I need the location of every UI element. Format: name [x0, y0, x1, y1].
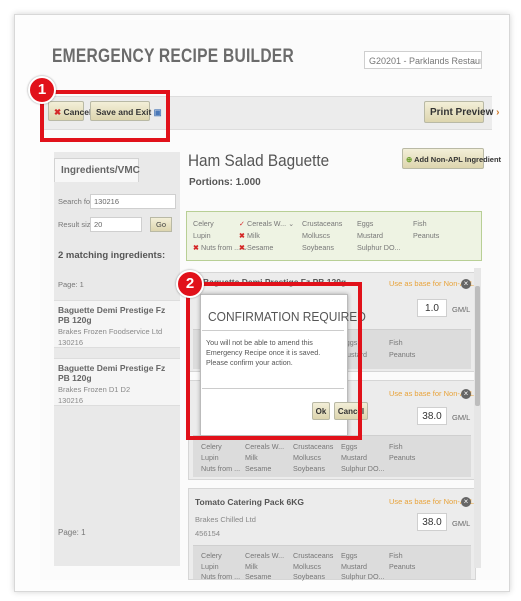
quantity-input[interactable]: 38.0 [417, 407, 447, 425]
allergen-fish: Fish [413, 219, 427, 228]
allergen-cereals: Cereals W... [245, 551, 285, 560]
allergen-molluscs: Molluscs [293, 453, 321, 462]
step-badge-1: 1 [28, 76, 56, 104]
allergen-peanuts: Peanuts [413, 231, 440, 240]
result-size-input[interactable]: 20 [90, 217, 142, 232]
allergen-crustaceans: Crustaceans [302, 219, 343, 228]
quantity-input[interactable]: 1.0 [417, 299, 447, 317]
tab-ingredients-vmc[interactable]: Ingredients/VMC [54, 158, 140, 182]
allergen-molluscs: Molluscs [293, 562, 321, 571]
allergen-sulphur: Sulphur DO... [357, 243, 401, 252]
allergen-celery: Celery [201, 442, 222, 451]
cross-icon: ✖ [239, 243, 246, 252]
result-supplier: Brakes Frozen Foodservice Ltd [58, 327, 163, 336]
allergen-peanuts: Peanuts [389, 350, 416, 359]
result-item[interactable]: Baguette Demi Prestige Fz PB 120g Brakes… [54, 300, 180, 348]
plus-icon: ⊕ [406, 155, 413, 164]
allergen-lupin: Lupin [193, 231, 211, 240]
allergen-sesame: Sesame [245, 572, 272, 581]
page-indicator-top: Page: 1 [58, 280, 84, 289]
allergen-cereals: Cereals W... [245, 442, 285, 451]
unit-label: GM/L [452, 519, 471, 528]
allergen-grid: Celery Cereals W... Crustaceans Eggs Fis… [193, 435, 471, 477]
allergen-soybeans: Soybeans [293, 464, 325, 473]
ingredient-supplier: Brakes Chilled Ltd [195, 515, 256, 524]
allergen-grid: Celery Cereals W... Crustaceans Eggs Fis… [193, 545, 471, 581]
allergen-fish: Fish [389, 338, 403, 347]
check-icon: ✓ [239, 219, 246, 228]
result-name: Baguette Demi Prestige Fz PB 120g [58, 305, 166, 325]
allergen-mustard: Mustard [341, 562, 367, 571]
allergen-sesame: Sesame [247, 243, 274, 252]
ingredient-card: Tomato Catering Pack 6KG Brakes Chilled … [188, 488, 476, 581]
allergen-nuts: Nuts from ... [201, 243, 241, 252]
allergen-milk: Milk [245, 453, 258, 462]
chevron-down-icon: ⌄ [288, 219, 295, 228]
allergen-molluscs: Molluscs [302, 231, 330, 240]
allergen-peanuts: Peanuts [389, 562, 416, 571]
unit-label: GM/L [452, 413, 471, 422]
allergen-eggs: Eggs [341, 551, 358, 560]
allergen-sulphur: Sulphur DO... [341, 572, 385, 581]
page-title: EMERGENCY RECIPE BUILDER [52, 46, 294, 67]
location-select[interactable]: G20201 - Parklands Restaurant - Main ⌄ [364, 51, 482, 69]
result-item[interactable]: Baguette Demi Prestige Fz PB 120g Brakes… [54, 358, 180, 406]
allergen-soybeans: Soybeans [293, 572, 325, 581]
step-badge-2: 2 [176, 270, 204, 298]
allergen-milk: Milk [247, 231, 260, 240]
print-preview-label: Print Preview [430, 107, 494, 118]
scrollbar-thumb[interactable] [475, 286, 480, 406]
location-select-value: G20201 - Parklands Restaurant - Main [369, 56, 481, 66]
result-code: 130216 [58, 396, 84, 405]
allergen-mustard: Mustard [357, 231, 383, 240]
recipe-allergen-panel: Celery ✓ Cereals W... ⌄ Crustaceans Eggs… [186, 211, 482, 261]
remove-ingredient-icon[interactable]: × [461, 497, 471, 507]
allergen-lupin: Lupin [201, 562, 219, 571]
page-indicator-bottom: Page: 1 [58, 528, 86, 537]
allergen-nuts: Nuts from ... [201, 464, 241, 473]
result-supplier: Brakes Frozen D1 D2 [58, 385, 131, 394]
allergen-fish: Fish [389, 551, 403, 560]
cross-icon: ✖ [193, 243, 200, 252]
highlight-box-2 [186, 282, 362, 440]
allergen-eggs: Eggs [357, 219, 374, 228]
allergen-fish: Fish [389, 442, 403, 451]
quantity-input[interactable]: 38.0 [417, 513, 447, 531]
chevron-right-icon: › [496, 107, 500, 118]
allergen-soybeans: Soybeans [302, 243, 334, 252]
highlight-box-1 [40, 90, 170, 142]
matching-count: 2 matching ingredients: [58, 250, 166, 261]
allergen-sulphur: Sulphur DO... [341, 464, 385, 473]
allergen-crustaceans: Crustaceans [293, 551, 334, 560]
ingredient-title: Tomato Catering Pack 6KG [195, 497, 304, 507]
allergen-peanuts: Peanuts [389, 453, 416, 462]
allergen-eggs: Eggs [341, 442, 358, 451]
allergen-celery: Celery [193, 219, 214, 228]
go-button[interactable]: Go [150, 217, 172, 232]
allergen-lupin: Lupin [201, 453, 219, 462]
print-preview-button[interactable]: Print Preview › [424, 101, 499, 123]
result-code: 130216 [58, 338, 84, 347]
allergen-cereals: Cereals W... [247, 219, 287, 228]
allergen-sesame: Sesame [245, 464, 272, 473]
remove-ingredient-icon[interactable]: × [461, 279, 471, 289]
remove-ingredient-icon[interactable]: × [461, 389, 471, 399]
portions-value: Portions: 1.000 [189, 177, 261, 188]
ingredient-code: 456154 [195, 529, 221, 538]
allergen-crustaceans: Crustaceans [293, 442, 334, 451]
chevron-down-icon: ⌄ [470, 56, 478, 66]
recipe-title: Ham Salad Baguette [188, 151, 330, 170]
cross-icon: ✖ [239, 231, 246, 240]
search-input[interactable]: 130216 [90, 194, 176, 209]
unit-label: GM/L [452, 305, 471, 314]
add-non-apl-ingredient-button[interactable]: ⊕ Add Non-APL Ingredient [402, 148, 501, 169]
allergen-milk: Milk [245, 562, 258, 571]
allergen-nuts: Nuts from ... [201, 572, 241, 581]
allergen-mustard: Mustard [341, 453, 367, 462]
result-name: Baguette Demi Prestige Fz PB 120g [58, 363, 166, 383]
add-non-apl-label: Add Non-APL Ingredient [414, 155, 502, 164]
allergen-celery: Celery [201, 551, 222, 560]
